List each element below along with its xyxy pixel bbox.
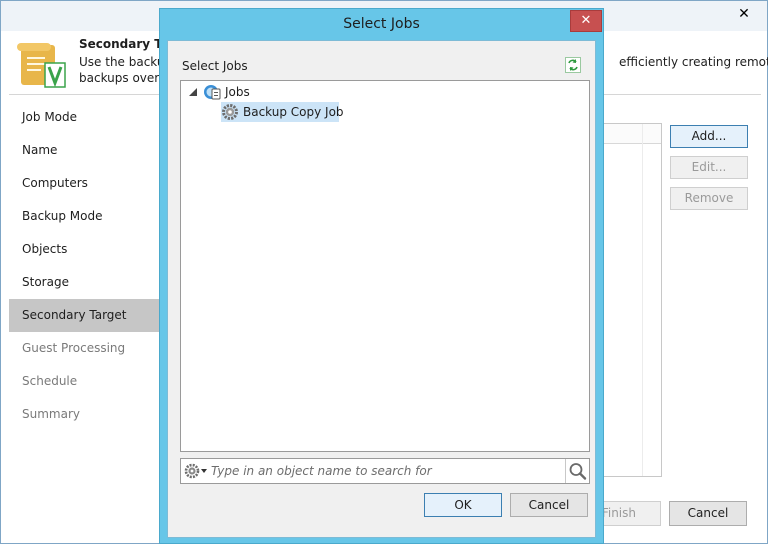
- step-computers[interactable]: Computers: [9, 167, 161, 200]
- remove-button[interactable]: Remove: [670, 187, 748, 210]
- select-jobs-dialog: Select Jobs ✕ Select Jobs Jobs Backup Co…: [159, 8, 604, 544]
- tree-node-backup-copy-job[interactable]: Backup Copy Job: [221, 102, 344, 122]
- step-objects[interactable]: Objects: [9, 233, 161, 266]
- ok-button[interactable]: OK: [424, 493, 502, 517]
- step-schedule[interactable]: Schedule: [9, 365, 161, 398]
- finish-button[interactable]: Finish: [597, 501, 661, 526]
- list-header: [602, 124, 661, 144]
- gear-icon: [222, 104, 238, 120]
- dialog-body: Select Jobs Jobs Backup Copy Job Type in…: [167, 40, 596, 538]
- wizard-header-description-tail: efficiently creating remote: [619, 55, 768, 69]
- search-icon[interactable]: [567, 461, 589, 481]
- wizard-steps: Job Mode Name Computers Backup Mode Obje…: [9, 101, 161, 431]
- search-separator: [565, 459, 566, 483]
- dialog-title: Select Jobs: [343, 16, 420, 32]
- search-options-caret-icon[interactable]: [201, 469, 207, 473]
- add-button[interactable]: Add...: [670, 125, 748, 148]
- step-storage[interactable]: Storage: [9, 266, 161, 299]
- tree-node-jobs-label: Jobs: [225, 85, 250, 99]
- wizard-close-button[interactable]: ✕: [727, 3, 761, 25]
- refresh-icon[interactable]: [565, 57, 581, 73]
- wizard-header-description-line1: Use the backup copy jobs for efficiently…: [79, 55, 169, 69]
- collapse-chevron-icon[interactable]: [189, 88, 197, 96]
- step-secondary-target[interactable]: Secondary Target: [9, 299, 161, 332]
- wizard-cancel-button[interactable]: Cancel: [669, 501, 747, 526]
- backup-scroll-icon: [17, 43, 66, 88]
- dialog-close-button[interactable]: ✕: [570, 10, 602, 32]
- list-gridline: [642, 124, 643, 476]
- step-summary[interactable]: Summary: [9, 398, 161, 431]
- jobs-folder-icon: [204, 85, 221, 100]
- jobs-tree[interactable]: Jobs Backup Copy Job: [180, 80, 590, 452]
- wizard-header-description-line2: backups over WAN: [79, 71, 169, 85]
- step-backup-mode[interactable]: Backup Mode: [9, 200, 161, 233]
- step-guest-processing[interactable]: Guest Processing: [9, 332, 161, 365]
- search-input[interactable]: [211, 461, 561, 481]
- search-bar: [180, 458, 590, 484]
- step-job-mode[interactable]: Job Mode: [9, 101, 161, 134]
- tree-node-backup-copy-job-label: Backup Copy Job: [243, 105, 344, 119]
- wizard-header-description: Use the backup copy jobs for efficiently…: [79, 54, 169, 86]
- step-name[interactable]: Name: [9, 134, 161, 167]
- dialog-cancel-button[interactable]: Cancel: [510, 493, 588, 517]
- select-jobs-label: Select Jobs: [182, 59, 248, 73]
- secondary-target-list[interactable]: [601, 123, 662, 477]
- edit-button[interactable]: Edit...: [670, 156, 748, 179]
- wizard-header-title: Secondary Target: [79, 37, 169, 51]
- search-options-gear-icon[interactable]: [184, 463, 200, 479]
